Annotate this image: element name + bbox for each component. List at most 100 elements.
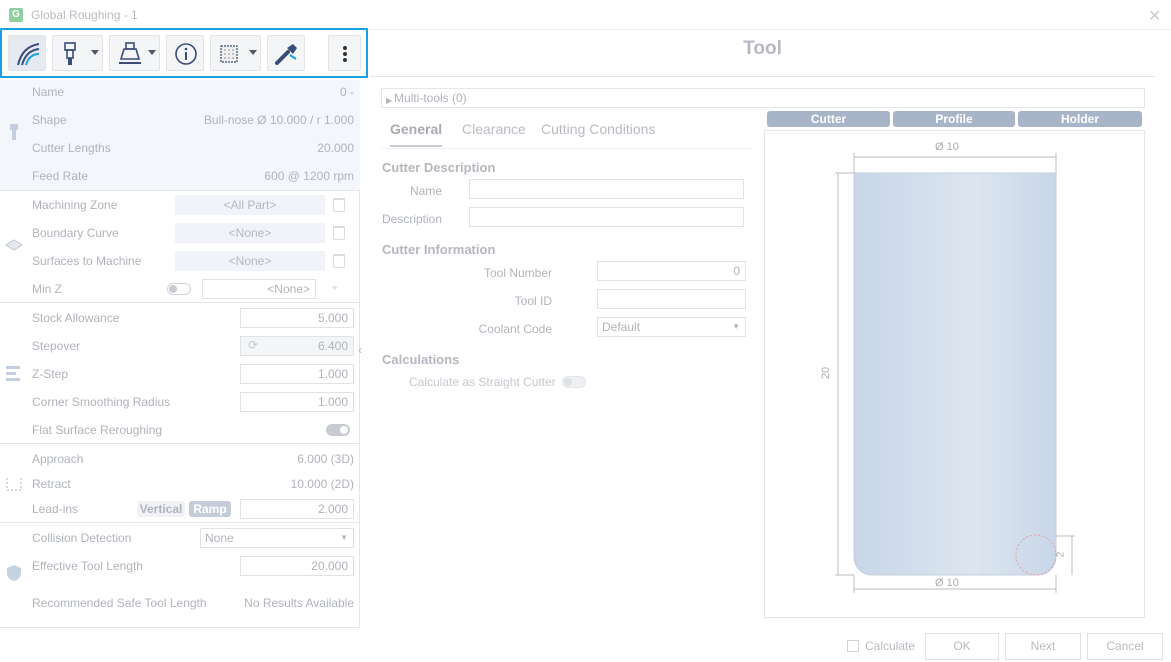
ramp-option[interactable]: Ramp [189, 501, 231, 517]
trash-icon[interactable] [333, 254, 345, 268]
cutter-description-heading: Cutter Description [382, 160, 496, 175]
approach-label: Approach [32, 452, 84, 466]
params-group: Stock Allowance 5.000 Stepover 6.400 ⟳ Z… [0, 303, 360, 444]
multi-tools-label: Multi-tools (0) [394, 91, 467, 105]
cutter-body [853, 172, 1057, 576]
cutter-name-label: Name [409, 184, 442, 198]
links-group: Approach 6.000 (3D) Retract 10.000 (2D) Le… [0, 444, 360, 523]
collision-select[interactable]: None ▼ [200, 528, 354, 548]
info-button[interactable] [166, 35, 204, 71]
z-step-field[interactable]: 1.000 [240, 364, 354, 384]
name-label: Name [32, 85, 65, 99]
pattern-button[interactable] [210, 35, 261, 71]
flat-surface-label: Flat Surface Reroughing [32, 423, 163, 437]
holder-button[interactable] [109, 35, 160, 71]
chevron-down-icon: ▼ [340, 533, 348, 542]
links-icon [6, 478, 22, 491]
feed-rate-value: 600 @ 1200 rpm [264, 169, 354, 183]
min-z-field[interactable]: <None> [202, 279, 316, 299]
calculate-label: Calculate [865, 639, 916, 653]
flat-surface-toggle[interactable] [326, 424, 350, 436]
top-diameter-label: Ø 10 [935, 141, 959, 153]
stock-allowance-field[interactable]: 5.000 [240, 308, 354, 328]
left-panel: Name 0 - Shape Bull-nose Ø 10.000 / r 1.00… [0, 80, 360, 628]
segment-profile[interactable]: Profile [893, 111, 1015, 127]
chevron-down-icon[interactable] [148, 50, 156, 55]
min-z-toggle[interactable] [167, 283, 191, 295]
next-button[interactable]: Next [1005, 633, 1081, 660]
close-icon[interactable]: ✕ [1148, 6, 1161, 26]
cutter-lengths-label: Cutter Lengths [32, 141, 111, 155]
refresh-icon[interactable]: ⟳ [248, 338, 258, 352]
calc-straight-toggle[interactable] [562, 376, 586, 388]
approach-value: 6.000 (3D) [297, 452, 354, 466]
retract-label: Retract [32, 477, 71, 491]
app-icon: G [9, 8, 23, 22]
segment-holder[interactable]: Holder [1018, 111, 1142, 127]
cutter-description-field[interactable] [469, 207, 744, 227]
chevron-left-icon[interactable]: ‹ [358, 342, 362, 357]
cutter-lengths-value: 20.000 [317, 141, 354, 155]
calculate-checkbox[interactable] [847, 640, 859, 652]
segment-cutter[interactable]: Cutter [767, 111, 890, 127]
pick-icon[interactable]: ⌖ [332, 283, 346, 294]
multi-tools-section[interactable]: ▶ Multi-tools (0) [381, 88, 1145, 108]
effective-length-label: Effective Tool Length [32, 559, 143, 573]
wrench-button[interactable] [267, 35, 305, 71]
feed-rate-label: Feed Rate [32, 169, 89, 183]
collision-label: Collision Detection [32, 531, 132, 545]
calc-straight-label: Calculate as Straight Cutter [409, 375, 556, 389]
calculations-heading: Calculations [382, 352, 460, 367]
chevron-down-icon: ▼ [732, 322, 740, 331]
coolant-code-value: Default [602, 320, 641, 334]
tool-id-label: Tool ID [514, 294, 552, 308]
trash-icon[interactable] [333, 226, 345, 240]
tool-button[interactable] [52, 35, 103, 71]
tool-id-field[interactable] [597, 289, 746, 309]
cutter-name-field[interactable] [469, 179, 744, 199]
pattern-icon [220, 45, 238, 63]
min-z-label: Min Z [32, 282, 62, 296]
toolbar [0, 28, 368, 78]
shape-value: Bull-nose Ø 10.000 / r 1.000 [203, 113, 354, 127]
tab-cutting-conditions[interactable]: Cutting Conditions [541, 121, 655, 137]
tab-divider [382, 148, 752, 149]
stock-allowance-label: Stock Allowance [32, 311, 120, 325]
machining-zone-label: Machining Zone [32, 198, 118, 212]
tool-preview: Ø 10 Ø 10 20 2 [764, 130, 1145, 618]
cancel-button[interactable]: Cancel [1087, 633, 1163, 660]
panel-title: Tool [743, 38, 782, 59]
vertical-option[interactable]: Vertical [137, 501, 185, 517]
panel-header: Tool [370, 30, 1155, 77]
height-label: 20 [820, 366, 833, 380]
collision-group: Collision Detection None ▼ Effective Tool… [0, 523, 360, 628]
boundary-curve-field[interactable]: <None> [175, 223, 325, 243]
corner-smoothing-field[interactable]: 1.000 [240, 392, 354, 412]
surfaces-field[interactable]: <None> [175, 251, 325, 271]
settings-icon [6, 366, 20, 381]
more-button[interactable] [328, 35, 361, 71]
tool-group[interactable]: Name 0 - Shape Bull-nose Ø 10.000 / r 1.00… [0, 80, 360, 191]
shape-label: Shape [32, 113, 67, 127]
z-step-label: Z-Step [32, 367, 69, 381]
chevron-down-icon[interactable] [249, 50, 257, 55]
collision-value: None [205, 531, 234, 545]
window-title: Global Roughing - 1 [31, 8, 138, 22]
chevron-down-icon[interactable] [91, 50, 99, 55]
recommended-length-value: No Results Available [244, 596, 354, 610]
boundary-curve-label: Boundary Curve [32, 226, 119, 240]
lead-ins-field[interactable]: 2.000 [240, 499, 354, 519]
toolpath-icon [17, 43, 40, 66]
info-icon [175, 43, 197, 65]
machining-zone-field[interactable]: <All Part> [175, 195, 325, 215]
trash-icon[interactable] [333, 198, 345, 212]
corner-smoothing-label: Corner Smoothing Radius [32, 395, 171, 409]
ok-button[interactable]: OK [925, 633, 999, 660]
stepover-label: Stepover [32, 339, 81, 353]
effective-length-field[interactable]: 20.000 [240, 556, 354, 576]
tab-clearance[interactable]: Clearance [462, 121, 526, 137]
tab-general[interactable]: General [390, 121, 443, 147]
coolant-code-select[interactable]: Default ▼ [597, 317, 746, 337]
tool-number-field[interactable]: 0 [597, 261, 746, 281]
toolpath-button[interactable] [8, 35, 46, 71]
